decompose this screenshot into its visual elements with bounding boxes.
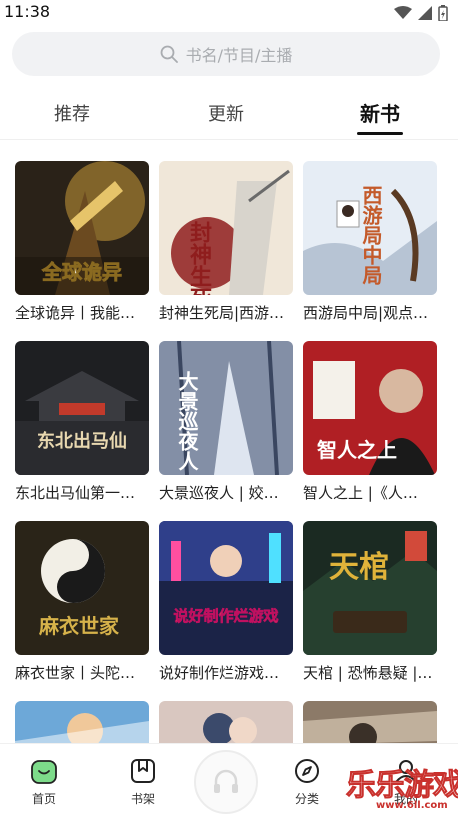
home-icon xyxy=(31,760,57,784)
svg-text:西游局中局: 西游局中局 xyxy=(359,185,383,285)
book-cover[interactable]: 大景巡夜人 xyxy=(159,341,293,475)
book-cover[interactable] xyxy=(159,701,293,743)
tab-new-books[interactable]: 新书 xyxy=(360,98,400,127)
book-title: 西游局中局|观点… xyxy=(303,304,429,322)
book-card[interactable]: 天棺 天棺 | 恐怖悬疑 |… xyxy=(303,521,437,683)
book-card[interactable]: 东北出马仙 东北出马仙第一… xyxy=(15,341,149,503)
nav-label: 书架 xyxy=(130,792,155,806)
wifi-icon xyxy=(394,6,412,19)
book-card[interactable]: 麻衣世家 麻衣世家丨头陀… xyxy=(15,521,149,683)
nav-bookshelf[interactable]: 书架 xyxy=(113,758,173,807)
book-cover[interactable]: 智人之上 xyxy=(303,341,437,475)
book-cover[interactable]: 东北出马仙 xyxy=(15,341,149,475)
svg-text:麻衣世家: 麻衣世家 xyxy=(38,614,120,638)
book-title: 全球诡异丨我能… xyxy=(15,304,136,322)
status-time: 11:38 xyxy=(4,2,51,21)
book-cover[interactable] xyxy=(15,701,149,743)
svg-text:东北出马仙: 东北出马仙 xyxy=(37,430,127,452)
battery-icon xyxy=(438,5,448,21)
nav-label: 分类 xyxy=(294,792,319,806)
book-title: 东北出马仙第一… xyxy=(15,484,136,502)
status-bar: 11:38 xyxy=(0,0,458,26)
book-cover[interactable]: 西游局中局 xyxy=(303,161,437,295)
search-icon xyxy=(160,45,178,63)
book-title: 大景巡夜人 | 姣… xyxy=(159,484,279,502)
book-card[interactable] xyxy=(303,701,437,743)
svg-text:智人之上: 智人之上 xyxy=(317,438,397,462)
nav-home[interactable]: 首页 xyxy=(14,758,74,807)
book-card[interactable]: 大景巡夜人 大景巡夜人 | 姣… xyxy=(159,341,293,503)
signal-icon xyxy=(418,6,432,20)
book-cover[interactable]: 封神生死局 xyxy=(159,161,293,295)
svg-text:封神生死局: 封神生死局 xyxy=(186,221,212,295)
book-card[interactable]: 智人之上 智人之上 |《人… xyxy=(303,341,437,503)
book-cover[interactable]: 麻衣世家 xyxy=(15,521,149,655)
book-title: 封神生死局|西游… xyxy=(159,304,285,322)
book-card[interactable]: 全球诡异 全球诡异丨我能… xyxy=(15,161,149,323)
book-grid: 全球诡异 全球诡异丨我能… 封神生死局 封神生死局|西游… 西游局中局 西游局中… xyxy=(15,161,443,743)
tab-updates[interactable]: 更新 xyxy=(208,100,244,126)
watermark-logo: 乐乐游戏 www.6ll.com xyxy=(346,760,458,818)
book-card[interactable]: 西游局中局 西游局中局|观点… xyxy=(303,161,437,323)
nav-label: 首页 xyxy=(31,792,56,806)
book-card[interactable]: 封神生死局 封神生死局|西游… xyxy=(159,161,293,323)
book-cover[interactable]: 全球诡异 xyxy=(15,161,149,295)
search-input[interactable]: 书名/节目/主播 xyxy=(12,32,440,76)
compass-icon xyxy=(295,759,319,783)
book-title: 天棺 | 恐怖悬疑 |… xyxy=(303,664,433,682)
svg-text:天棺: 天棺 xyxy=(329,550,389,585)
nav-category[interactable]: 分类 xyxy=(277,758,337,807)
book-title: 麻衣世家丨头陀… xyxy=(15,664,136,682)
headphones-icon xyxy=(214,769,238,793)
svg-text:大景巡夜人: 大景巡夜人 xyxy=(175,371,199,471)
watermark-url: www.6ll.com xyxy=(376,800,448,811)
bookshelf-icon xyxy=(131,759,155,783)
search-placeholder: 书名/节目/主播 xyxy=(185,46,293,65)
book-card[interactable]: 说好制作烂游戏 说好制作烂游戏… xyxy=(159,521,293,683)
book-card[interactable] xyxy=(159,701,293,743)
book-card[interactable] xyxy=(15,701,149,743)
book-title: 智人之上 |《人… xyxy=(303,484,418,502)
active-tab-indicator xyxy=(357,132,403,135)
category-tabs: 推荐 更新 新书 xyxy=(0,92,458,138)
svg-text:说好制作烂游戏: 说好制作烂游戏 xyxy=(173,607,278,625)
watermark-text: 乐乐游戏 xyxy=(346,768,458,804)
status-icons xyxy=(394,5,448,21)
book-cover[interactable]: 天棺 xyxy=(303,521,437,655)
book-cover[interactable] xyxy=(303,701,437,743)
tab-recommend[interactable]: 推荐 xyxy=(54,100,90,126)
divider xyxy=(0,139,458,140)
book-title: 说好制作烂游戏… xyxy=(159,664,280,682)
player-button[interactable] xyxy=(194,750,258,814)
book-cover[interactable]: 说好制作烂游戏 xyxy=(159,521,293,655)
svg-text:全球诡异: 全球诡异 xyxy=(41,260,122,284)
